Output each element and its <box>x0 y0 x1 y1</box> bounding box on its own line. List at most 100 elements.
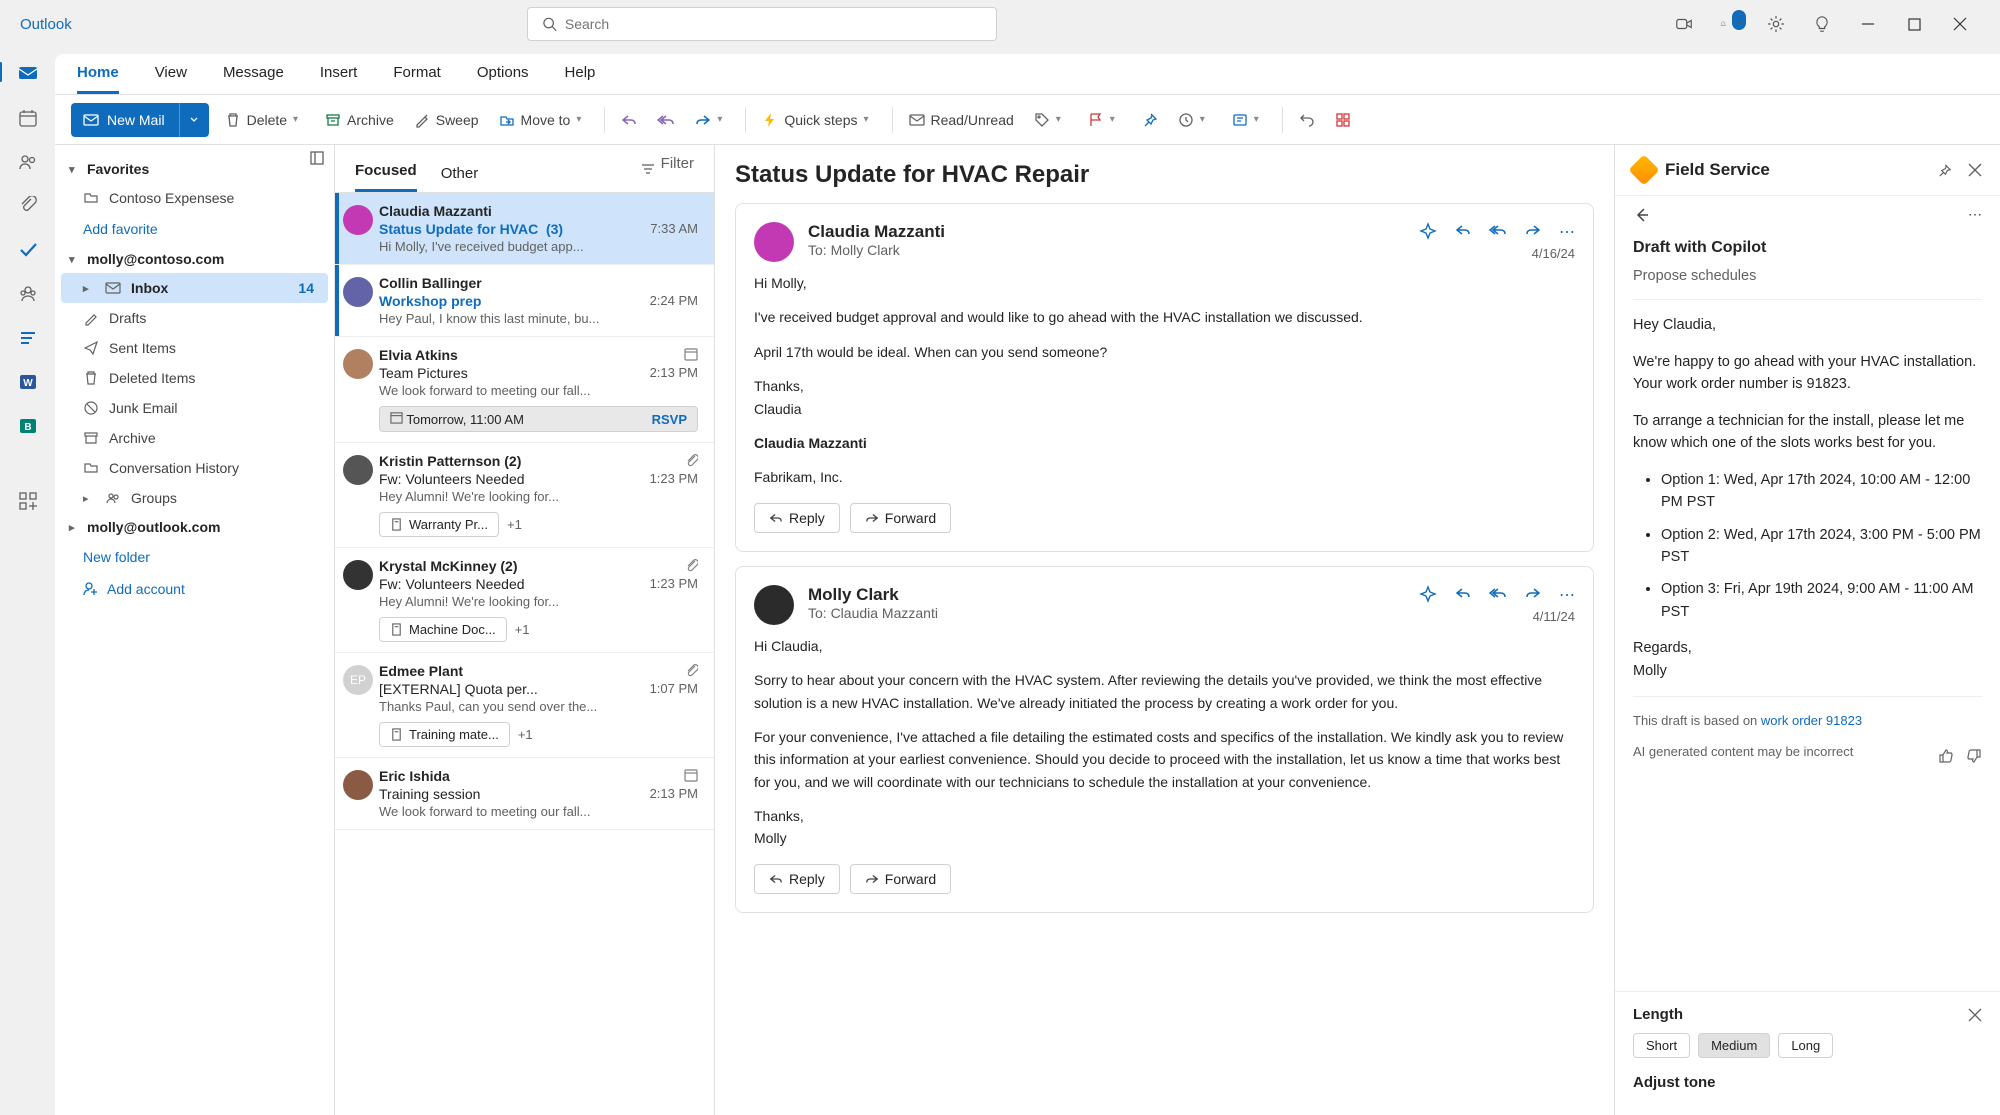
folder-drafts[interactable]: Drafts <box>55 303 334 333</box>
tips-icon[interactable] <box>1812 14 1832 34</box>
reply-button[interactable]: Reply <box>754 503 840 533</box>
pin-icon[interactable] <box>1138 112 1162 128</box>
undo-icon[interactable] <box>1295 112 1319 128</box>
read-unread-button[interactable]: Read/Unread <box>905 112 1018 128</box>
rail-word-icon[interactable]: W <box>18 372 38 392</box>
forward-icon[interactable]: ▾ <box>691 112 733 128</box>
folder-conversation-history[interactable]: Conversation History <box>55 453 334 483</box>
forward-button[interactable]: Forward <box>850 864 951 894</box>
panel-more-icon[interactable]: ⋯ <box>1968 206 1982 224</box>
tone-label: Adjust tone <box>1633 1074 1716 1091</box>
mail-icon <box>83 112 99 128</box>
archive-button[interactable]: Archive <box>321 112 398 128</box>
account-header-1[interactable]: ▸molly@outlook.com <box>55 513 334 541</box>
folder-contoso[interactable]: Contoso Expensese <box>55 183 334 213</box>
panel-pin-icon[interactable] <box>1937 163 1952 178</box>
thumbs-down-icon[interactable] <box>1966 748 1982 764</box>
favorites-header[interactable]: ▾Favorites <box>55 155 334 183</box>
panel-close-icon[interactable] <box>1968 163 1982 178</box>
tab-options[interactable]: Options <box>477 64 529 94</box>
add-favorite-link[interactable]: Add favorite <box>55 213 334 245</box>
msg-reply-all-icon[interactable] <box>1489 585 1507 605</box>
delete-button[interactable]: Delete▾ <box>221 112 309 128</box>
maximize-icon[interactable] <box>1904 14 1924 34</box>
tab-help[interactable]: Help <box>565 64 596 94</box>
close-icon[interactable] <box>1950 14 1970 34</box>
reply-button[interactable]: Reply <box>754 864 840 894</box>
add-account-link[interactable]: Add account <box>55 573 334 605</box>
length-medium[interactable]: Medium <box>1698 1033 1770 1058</box>
search-box[interactable] <box>527 7 997 41</box>
reading-subject: Status Update for HVAC Repair <box>735 161 1594 189</box>
addins-icon[interactable] <box>1331 112 1355 128</box>
move-to-button[interactable]: Move to▾ <box>495 112 593 128</box>
new-mail-button[interactable]: New Mail <box>71 103 209 137</box>
tab-other[interactable]: Other <box>441 165 479 192</box>
rules-icon[interactable]: ▾ <box>1228 112 1270 128</box>
msg-forward-icon[interactable] <box>1525 585 1541 605</box>
meet-now-icon[interactable] <box>1674 14 1694 34</box>
tab-focused[interactable]: Focused <box>355 162 417 192</box>
message-item[interactable]: Eric IshidaTraining session2:13 PMWe loo… <box>335 758 714 830</box>
search-input[interactable] <box>565 16 982 32</box>
snooze-icon[interactable]: ▾ <box>1174 112 1216 128</box>
tab-format[interactable]: Format <box>393 64 441 94</box>
minimize-icon[interactable] <box>1858 14 1878 34</box>
rail-people-icon[interactable] <box>18 152 38 172</box>
msg-reply-icon[interactable] <box>1455 222 1471 242</box>
notifications-icon[interactable]: 1 <box>1720 14 1740 34</box>
tab-home[interactable]: Home <box>77 64 119 94</box>
message-item[interactable]: EPEdmee Plant[EXTERNAL] Quota per...1:07… <box>335 653 714 758</box>
folder-groups[interactable]: ▸Groups <box>55 483 334 513</box>
rail-contacts-icon[interactable] <box>18 284 38 304</box>
rail-mail-icon[interactable] <box>17 62 39 84</box>
message-item[interactable]: Krystal McKinney (2)Fw: Volunteers Neede… <box>335 548 714 653</box>
folder-inbox[interactable]: ▸Inbox14 <box>61 273 328 303</box>
settings-icon[interactable] <box>1766 14 1786 34</box>
draft-option: Option 2: Wed, Apr 17th 2024, 3:00 PM - … <box>1661 524 1982 569</box>
folder-deleted-items[interactable]: Deleted Items <box>55 363 334 393</box>
length-close-icon[interactable] <box>1968 1008 1982 1022</box>
rail-calendar-icon[interactable] <box>18 108 38 128</box>
thumbs-up-icon[interactable] <box>1938 748 1954 764</box>
msg-reply-all-icon[interactable] <box>1489 222 1507 242</box>
folder-sent-items[interactable]: Sent Items <box>55 333 334 363</box>
tag-icon[interactable]: ▾ <box>1030 112 1072 128</box>
rail-todo-icon[interactable] <box>18 240 38 260</box>
msg-more-icon[interactable]: ⋯ <box>1559 585 1575 605</box>
message-item[interactable]: Elvia AtkinsTeam Pictures2:13 PMWe look … <box>335 337 714 443</box>
reply-icon[interactable] <box>617 112 641 128</box>
collapse-folders-icon[interactable] <box>310 151 324 165</box>
reply-all-icon[interactable] <box>653 112 679 128</box>
rail-apps-icon[interactable] <box>19 492 37 510</box>
tab-view[interactable]: View <box>155 64 187 94</box>
message-item[interactable]: ▸Claudia MazzantiStatus Update for HVAC … <box>335 193 714 265</box>
folder-junk-email[interactable]: Junk Email <box>55 393 334 423</box>
tab-message[interactable]: Message <box>223 64 284 94</box>
quick-steps-button[interactable]: Quick steps▾ <box>758 112 879 128</box>
account-header-0[interactable]: ▾molly@contoso.com <box>55 245 334 273</box>
work-order-link[interactable]: work order 91823 <box>1761 713 1862 728</box>
new-folder-link[interactable]: New folder <box>55 541 334 573</box>
message-item[interactable]: ▸Collin BallingerWorkshop prep2:24 PMHey… <box>335 265 714 337</box>
panel-back-icon[interactable] <box>1633 206 1651 224</box>
msg-more-icon[interactable]: ⋯ <box>1559 222 1575 242</box>
copilot-icon[interactable] <box>1419 585 1437 605</box>
msg-forward-icon[interactable] <box>1525 222 1541 242</box>
forward-button[interactable]: Forward <box>850 503 951 533</box>
copilot-icon[interactable] <box>1419 222 1437 242</box>
rail-files-icon[interactable] <box>18 196 38 216</box>
reading-pane: Status Update for HVAC Repair Claudia Ma… <box>715 145 1614 1115</box>
length-long[interactable]: Long <box>1778 1033 1833 1058</box>
folder-archive[interactable]: Archive <box>55 423 334 453</box>
sweep-button[interactable]: Sweep <box>410 112 483 128</box>
flag-icon[interactable]: ▾ <box>1084 112 1126 128</box>
rail-bookings-icon[interactable]: B <box>18 416 38 436</box>
tab-insert[interactable]: Insert <box>320 64 358 94</box>
rail-bar-icon[interactable] <box>18 328 38 348</box>
new-mail-dropdown[interactable] <box>179 103 209 137</box>
msg-reply-icon[interactable] <box>1455 585 1471 605</box>
length-short[interactable]: Short <box>1633 1033 1690 1058</box>
filter-button[interactable]: Filter <box>641 155 694 192</box>
message-item[interactable]: Kristin Patternson (2)Fw: Volunteers Nee… <box>335 443 714 548</box>
